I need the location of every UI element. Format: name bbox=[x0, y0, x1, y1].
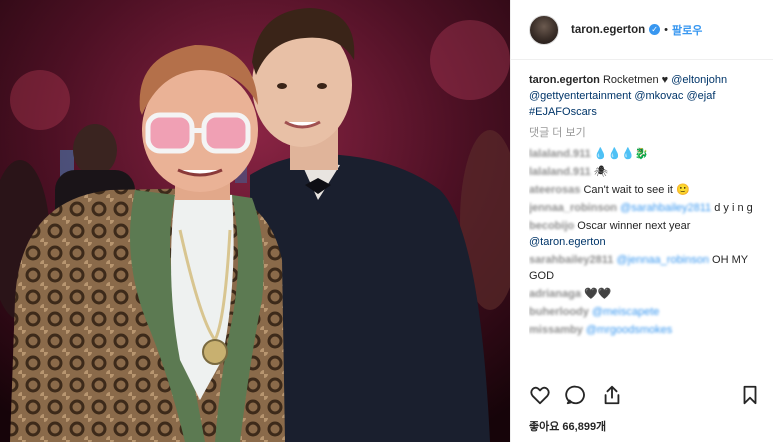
comment-text: Can't wait to see it 🙂 bbox=[583, 184, 690, 196]
comments-list: taron.egerton Rocketmen ♥ @eltonjohn @ge… bbox=[529, 72, 765, 380]
comment-username[interactable]: sarahbailey2811 bbox=[529, 254, 613, 266]
comment-username[interactable]: missamby bbox=[529, 324, 583, 336]
header-username[interactable]: taron.egerton bbox=[571, 24, 645, 36]
post-photo[interactable] bbox=[0, 0, 510, 442]
avatar[interactable] bbox=[529, 14, 559, 45]
comment-username[interactable]: buherloody bbox=[529, 306, 589, 318]
photo-illustration bbox=[0, 0, 510, 442]
follow-button[interactable]: 팔로우 bbox=[672, 22, 702, 38]
caption-username[interactable]: taron.egerton bbox=[529, 74, 600, 86]
bookmark-icon[interactable] bbox=[739, 384, 761, 406]
likes-count[interactable]: 좋아요 66,899개 bbox=[529, 418, 606, 434]
comment-text: 🕷 bbox=[593, 166, 608, 178]
comment-row: adrianaga 🖤🖤 bbox=[529, 286, 765, 302]
comment-row: lalaland.911 🕷 bbox=[529, 164, 765, 180]
post-side-panel: taron.egerton ✓ • 팔로우 taron.egerton Rock… bbox=[510, 0, 773, 442]
comment-username[interactable]: ateerosas bbox=[529, 184, 580, 196]
comment-username[interactable]: jennaa_robinson bbox=[529, 202, 617, 214]
comment-row: becobijo Oscar winner next year @taron.e… bbox=[529, 218, 765, 250]
comment-text: d y i n g bbox=[714, 202, 753, 214]
heart-icon[interactable] bbox=[529, 384, 551, 406]
comment-mention[interactable]: @jennaa_robinson bbox=[616, 254, 709, 266]
comment-mention[interactable]: @mrgoodsmokes bbox=[586, 324, 672, 336]
comment-mention[interactable]: @meiscapete bbox=[592, 306, 659, 318]
verified-badge-icon: ✓ bbox=[649, 24, 661, 35]
caption-tag[interactable]: @eltonjohn bbox=[671, 74, 727, 86]
comment-username[interactable]: adrianaga bbox=[529, 288, 581, 300]
comment-row: missamby @mrgoodsmokes bbox=[529, 322, 765, 338]
caption-tag[interactable]: #EJAFOscars bbox=[529, 106, 597, 118]
comment-text: 🖤🖤 bbox=[584, 288, 612, 300]
share-icon[interactable] bbox=[601, 384, 623, 406]
caption-tag[interactable]: @ejaf bbox=[686, 90, 715, 102]
comment-icon[interactable] bbox=[565, 384, 587, 406]
post-header: taron.egerton ✓ • 팔로우 bbox=[511, 0, 773, 60]
comment-row: jennaa_robinson @sarahbailey2811 d y i n… bbox=[529, 200, 765, 216]
action-bar bbox=[529, 384, 637, 406]
comment-username[interactable]: lalaland.911 bbox=[529, 166, 591, 178]
header-separator: • bbox=[664, 23, 668, 36]
caption-heart: ♥ bbox=[661, 74, 669, 86]
comment-text: 💧💧💧🐉 bbox=[593, 148, 649, 160]
comment-row: ateerosas Can't wait to see it 🙂 bbox=[529, 182, 765, 198]
comment-username[interactable]: becobijo bbox=[529, 220, 574, 232]
caption-tag[interactable]: @mkovac bbox=[634, 90, 683, 102]
comment-mention[interactable]: @taron.egerton bbox=[529, 236, 606, 248]
more-comments-link[interactable]: 댓글 더 보기 bbox=[529, 124, 765, 140]
comment-username[interactable]: lalaland.911 bbox=[529, 148, 591, 160]
post-frame: taron.egerton ✓ • 팔로우 taron.egerton Rock… bbox=[0, 0, 773, 442]
caption-text: Rocketmen bbox=[602, 74, 659, 86]
comment-row: buherloody @meiscapete bbox=[529, 304, 765, 320]
comment-mention[interactable]: @sarahbailey2811 bbox=[620, 202, 711, 214]
caption-tag[interactable]: @gettyentertainment bbox=[529, 90, 631, 102]
comment-row: lalaland.911 💧💧💧🐉 bbox=[529, 146, 765, 162]
comment-row: sarahbailey2811 @jennaa_robinson OH MY G… bbox=[529, 252, 765, 284]
comment-text: Oscar winner next year bbox=[577, 220, 691, 232]
caption: taron.egerton Rocketmen ♥ @eltonjohn @ge… bbox=[529, 72, 765, 120]
